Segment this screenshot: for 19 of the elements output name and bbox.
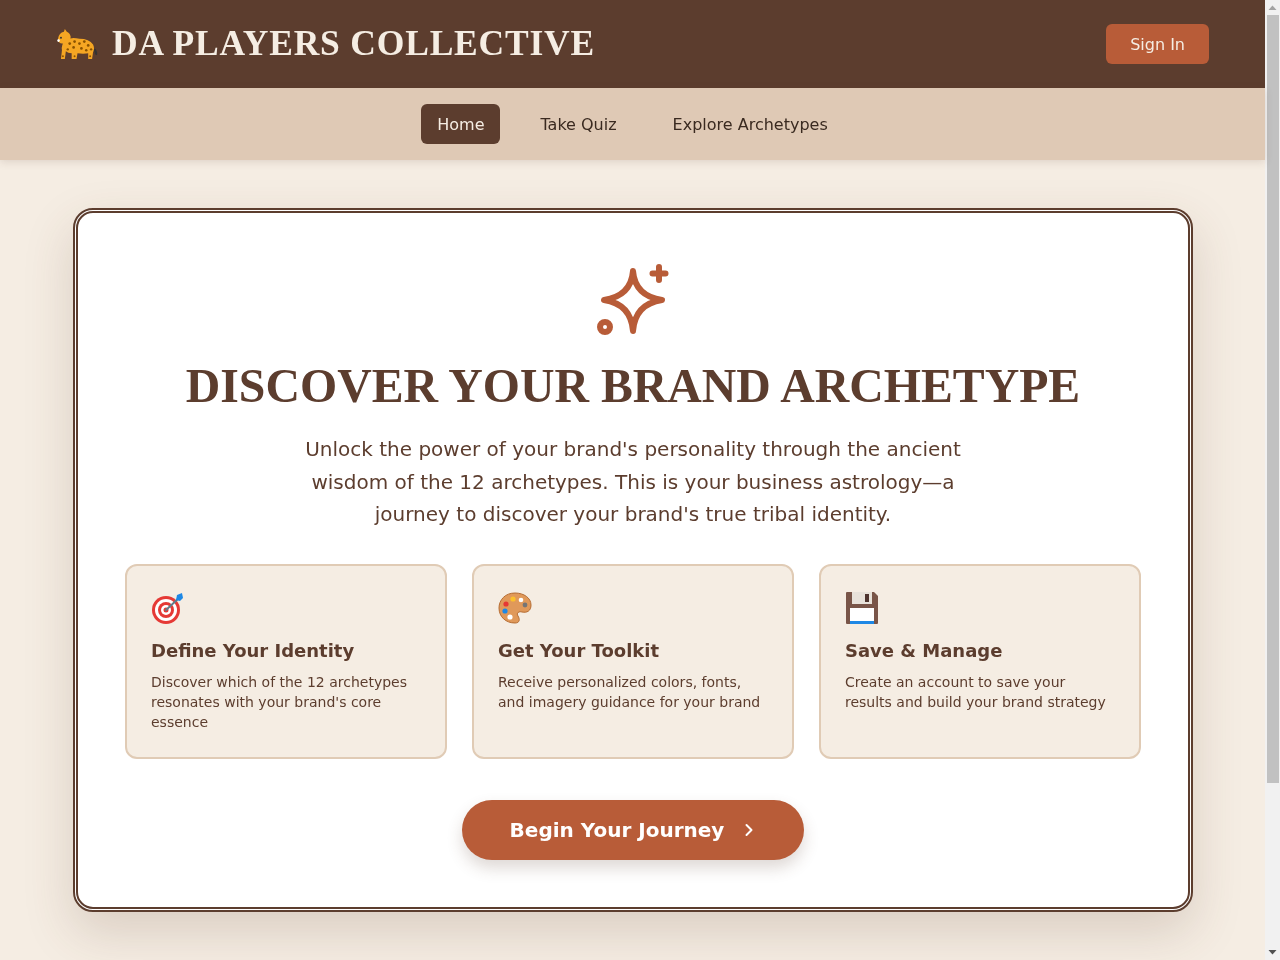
nav-tab[interactable]: Home [421,104,501,144]
begin-journey-button[interactable]: Begin Your Journey [461,799,805,860]
site-title: DA PLAYERS COLLECTIVE [112,26,596,62]
scrollbar-thumb[interactable] [1267,15,1279,783]
feature-title: Save & Manage [845,638,1004,663]
feature-description: Discover which of the 12 archetypes resonates with your brand's core essence [151,672,408,732]
hero-heading: DISCOVER YOUR BRAND ARCHETYPE [185,358,1081,414]
feature-title: Define Your Identity [151,638,356,663]
feature-description: Receive personalized colors, fonts, and imagery guidance for your brand [498,672,762,712]
intro-text: Unlock the power of your brand's personality through the ancient wisdom of the 12 archetypes. This is your business astrology—a journey to discover your brand's true tribal identity. [304,436,962,528]
feature-description: Create an account to save your results and build your brand strategy [845,672,1107,712]
nav-tab[interactable]: Explore Archetypes [656,104,844,144]
nav-tab[interactable]: Take Quiz [524,104,633,144]
paint-palette-icon [498,590,532,625]
sign-in-button[interactable]: Sign In [1106,24,1209,64]
target-dart-icon [151,590,185,625]
scrollbar[interactable] [1265,0,1280,960]
feature-title: Get Your Toolkit [498,638,661,663]
sparkle-icon [596,263,670,337]
